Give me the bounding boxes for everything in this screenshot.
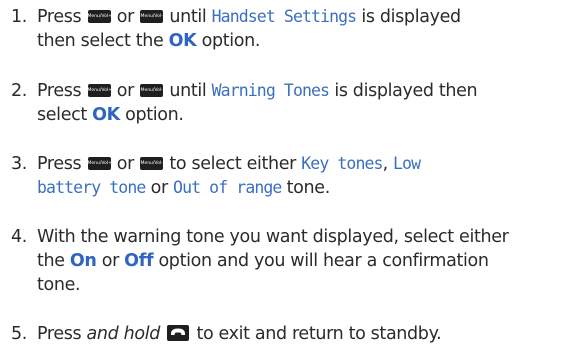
step-number: 5. <box>11 324 27 344</box>
step-number: 4. <box>11 227 27 247</box>
step-text: Press Menu/Vol+ or Menu/Vol- until Warni… <box>37 79 587 127</box>
step-number: 3. <box>11 154 27 174</box>
screen-text: Handset Settings <box>211 7 357 26</box>
step-word: until <box>169 7 207 27</box>
menu-vol-down-key-icon: Menu/Vol- <box>140 10 164 23</box>
step-word: or <box>116 81 135 101</box>
menu-vol-up-key-icon: Menu/Vol+ <box>87 84 111 97</box>
step-line: With the warning tone you want displayed… <box>37 227 509 247</box>
step-word: Press <box>37 7 82 27</box>
option-label: OK <box>92 105 120 125</box>
step-number: 2. <box>11 81 27 101</box>
step-number: 1. <box>11 7 27 27</box>
step-word: option and you will hear a confirmation <box>158 251 489 271</box>
step-text: Press Menu/Vol+ or Menu/Vol- to select e… <box>37 152 587 200</box>
end-call-icon <box>167 325 190 341</box>
menu-vol-down-key-icon: Menu/Vol- <box>140 84 164 97</box>
option-label: OK <box>168 31 197 51</box>
step-line: tone. <box>37 275 81 295</box>
step-word: or <box>116 7 135 27</box>
step-word: or <box>116 154 135 174</box>
option-label: On <box>69 251 97 271</box>
step-text: With the warning tone you want displayed… <box>37 225 587 297</box>
step-word: is displayed then <box>334 81 478 101</box>
step-word: or <box>101 251 120 271</box>
step-word: Press <box>37 154 82 174</box>
screen-text: Warning Tones <box>211 81 330 100</box>
step-word: or <box>150 178 169 198</box>
step-word: option. <box>201 31 261 51</box>
step-word: Press <box>37 81 82 101</box>
step-word: is displayed <box>361 7 461 27</box>
screen-text: battery tone <box>37 178 146 197</box>
screen-text: Key tones <box>301 154 383 173</box>
menu-vol-down-key-icon: Menu/Vol- <box>140 157 164 170</box>
step-word: option. <box>125 105 184 125</box>
step-word: select <box>37 105 87 125</box>
emphasis-text: and hold <box>86 324 161 344</box>
menu-vol-up-key-icon: Menu/Vol+ <box>87 10 111 23</box>
screen-text: Low <box>393 154 421 173</box>
step-word: Press <box>37 324 82 344</box>
step-word: to select either <box>169 154 297 174</box>
step-word: tone. <box>286 178 331 198</box>
step-word: to exit and return to standby. <box>196 324 442 344</box>
end-call-glyph <box>171 328 186 335</box>
step-text: Press Menu/Vol+ or Menu/Vol- until Hands… <box>37 5 587 53</box>
step-word: until <box>169 81 207 101</box>
step-text: Press and hold to exit and return to sta… <box>37 322 587 346</box>
menu-vol-up-key-icon: Menu/Vol+ <box>87 157 111 170</box>
step-word: , <box>382 154 389 174</box>
step-word: the <box>37 251 65 271</box>
option-label: Off <box>124 251 154 271</box>
screen-text: Out of range <box>173 178 282 197</box>
step-word: then select the <box>37 31 164 51</box>
